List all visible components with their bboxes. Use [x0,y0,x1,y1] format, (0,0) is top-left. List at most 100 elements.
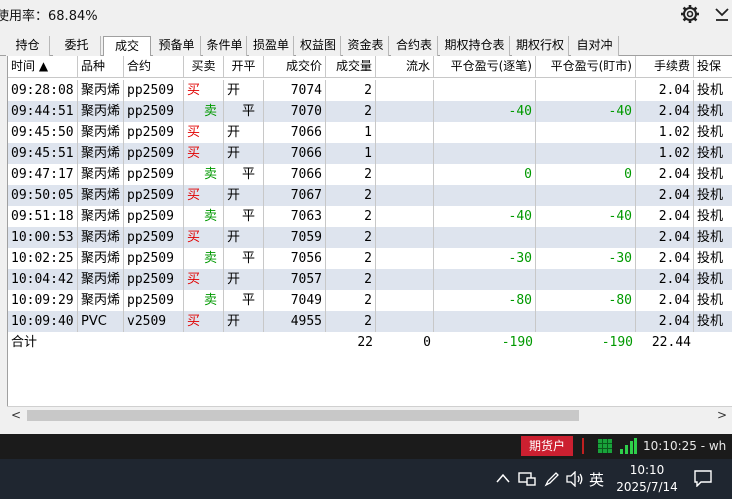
total-pnl-mark: -190 [601,335,633,350]
pen-ink-icon[interactable] [544,471,560,487]
table-row[interactable]: 09:50:05 聚丙烯 pp2509 买开 7067 2 2.04 投机 [8,185,732,206]
col-hedge-header[interactable]: 投保 [694,56,732,77]
collapse-down-icon[interactable] [714,5,730,23]
horizontal-scrollbar[interactable]: < > [7,406,732,423]
tab-11[interactable]: 期权行权 [512,36,569,56]
tab-12[interactable]: 自对冲 [571,36,619,56]
col-side: 买 [184,269,224,290]
windows-taskbar: 英 10:10 2025/7/14 [0,459,732,499]
scrollbar-thumb[interactable] [27,410,579,421]
col-product-header[interactable]: 品种 [78,56,124,77]
table-row[interactable]: 10:02:25 聚丙烯 pp2509 卖平 7056 2 -30 -30 2.04 投机 [8,248,732,269]
col-qty: 2 [326,206,376,227]
col-flow [376,269,434,290]
table-row[interactable]: 10:09:29 聚丙烯 pp2509 卖平 7049 2 -80 -80 2.04 投机 [8,290,732,311]
gear-icon[interactable] [680,4,700,24]
tab-2[interactable]: 委托 [53,36,101,56]
tab-3[interactable]: 成交 [103,36,151,57]
col-open-close-header[interactable]: 开平 [224,56,264,77]
col-pnl-trade: -40 [434,101,536,122]
col-contract: v2509 [124,311,184,332]
col-contract: pp2509 [124,206,184,227]
system-clock[interactable]: 10:10 2025/7/14 [612,462,682,496]
col-side: 买 [184,311,224,332]
col-fee-header[interactable]: 手续费 [636,56,694,77]
col-fee: 2.04 [636,185,694,206]
table-row[interactable]: 09:28:08 聚丙烯 pp2509 买开 7074 2 2.04 投机 [8,80,732,101]
col-qty: 2 [326,164,376,185]
col-pnl-mark: -40 [536,101,636,122]
table-row[interactable]: 10:00:53 聚丙烯 pp2509 买开 7059 2 2.04 投机 [8,227,732,248]
col-side-header[interactable]: 买卖 [184,56,224,77]
table-row[interactable]: 10:09:40 PVC v2509 买开 4955 2 2.04 投机 [8,311,732,332]
network-icon[interactable] [518,471,536,486]
total-fee: 22.44 [651,335,691,350]
col-pnl-mark: -40 [536,206,636,227]
col-qty: 2 [326,101,376,122]
tab-8[interactable]: 资金表 [343,36,389,56]
col-pnl-trade: -80 [434,290,536,311]
col-hedge: 投机 [694,164,732,185]
col-open-close: 平 [224,206,264,227]
col-contract: pp2509 [124,290,184,311]
col-qty: 2 [326,227,376,248]
col-time: 09:28:08 [8,80,78,101]
col-fee: 2.04 [636,311,694,332]
tab-4[interactable]: 预备单 [153,36,201,56]
col-side: 买 [184,80,224,101]
tab-6[interactable]: 损盈单 [249,36,294,56]
tab-7[interactable]: 权益图 [296,36,341,56]
col-product: 聚丙烯 [78,80,124,101]
table-row[interactable]: 10:04:42 聚丙烯 pp2509 买开 7057 2 2.04 投机 [8,269,732,290]
table-row[interactable]: 09:45:50 聚丙烯 pp2509 买开 7066 1 1.02 投机 [8,122,732,143]
col-fee: 2.04 [636,248,694,269]
table-row[interactable]: 09:47:17 聚丙烯 pp2509 卖平 7066 2 0 0 2.04 投机 [8,164,732,185]
col-side: 卖 [184,290,224,311]
col-product: PVC [78,311,124,332]
col-price: 4955 [264,311,326,332]
volume-icon[interactable] [566,471,584,487]
col-flow [376,248,434,269]
col-flow-header[interactable]: 流水 [376,56,434,77]
col-time: 10:02:25 [8,248,78,269]
col-hedge: 投机 [694,101,732,122]
col-contract-header[interactable]: 合约 [124,56,184,77]
col-open-close: 平 [224,101,264,122]
col-pnl-trade: -30 [434,248,536,269]
col-price: 7066 [264,143,326,164]
col-pnl-mark [536,269,636,290]
tab-1[interactable]: 持仓 [6,36,50,56]
usage-value: 68.84% [48,9,98,24]
col-product: 聚丙烯 [78,269,124,290]
col-fee: 1.02 [636,143,694,164]
col-flow [376,290,434,311]
col-pnl-mark-header[interactable]: 平仓盈亏(盯市) [536,56,636,77]
clock-time: 10:10 [629,463,665,477]
col-time: 09:45:51 [8,143,78,164]
scroll-right-icon[interactable]: > [717,408,727,422]
tab-10[interactable]: 期权持仓表 [440,36,510,56]
col-pnl-mark [536,227,636,248]
col-time-header[interactable]: 时间 ▲ [8,56,78,77]
table-row[interactable]: 09:44:51 聚丙烯 pp2509 卖平 7070 2 -40 -40 2.04 投机 [8,101,732,122]
table-row[interactable]: 09:45:51 聚丙烯 pp2509 买开 7066 1 1.02 投机 [8,143,732,164]
col-hedge: 投机 [694,206,732,227]
table-row[interactable]: 09:51:18 聚丙烯 pp2509 卖平 7063 2 -40 -40 2.04 投机 [8,206,732,227]
col-qty-header[interactable]: 成交量 [326,56,376,77]
col-side: 卖 [184,101,224,122]
col-product: 聚丙烯 [78,185,124,206]
col-qty: 2 [326,80,376,101]
scroll-left-icon[interactable]: < [11,408,21,422]
col-hedge: 投机 [694,269,732,290]
col-open-close: 开 [224,269,264,290]
col-price-header[interactable]: 成交价 [264,56,326,77]
ime-indicator[interactable]: 英 [589,469,604,490]
tab-5[interactable]: 条件单 [203,36,247,56]
show-hidden-icons-chevron-up-icon[interactable] [496,473,510,483]
col-pnl-mark: 0 [536,164,636,185]
notification-icon[interactable] [693,469,713,487]
account-type-badge[interactable]: 期货户 [521,436,573,456]
col-pnl-trade-header[interactable]: 平仓盈亏(逐笔) [434,56,536,77]
tab-9[interactable]: 合约表 [391,36,438,56]
col-hedge: 投机 [694,185,732,206]
